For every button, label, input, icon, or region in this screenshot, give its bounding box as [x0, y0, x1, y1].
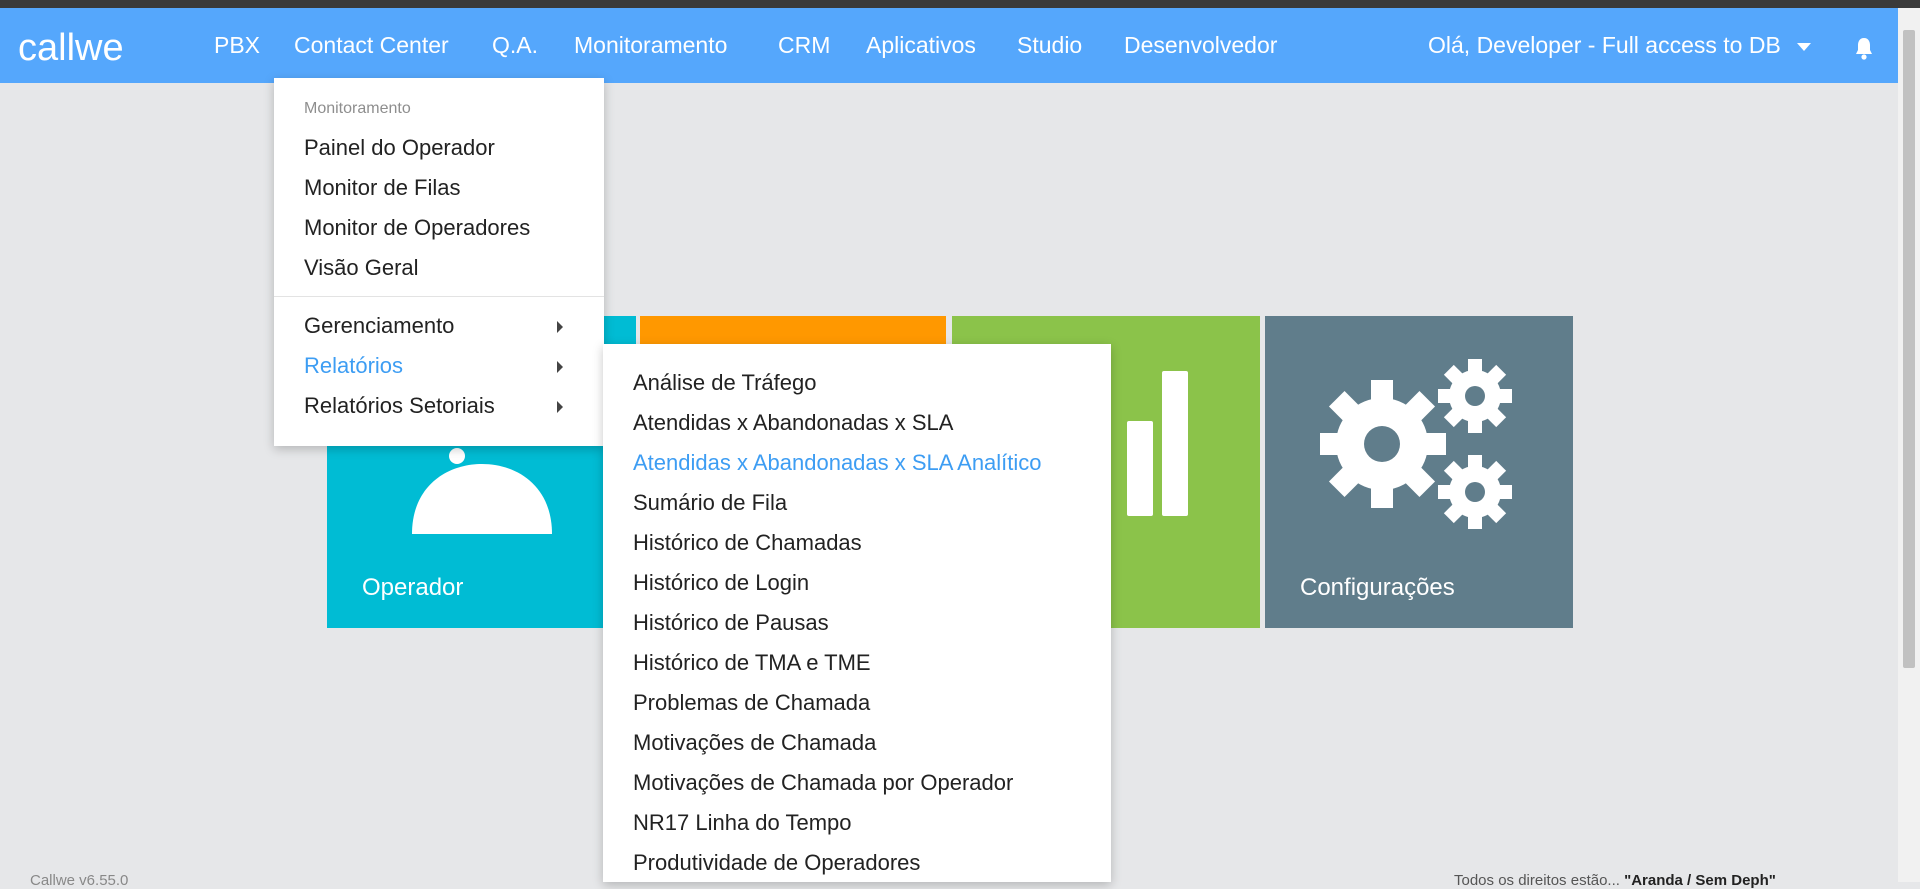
nav-contact-center[interactable]: Contact Center — [294, 32, 449, 59]
dropdown-item-painel-do-operador[interactable]: Painel do Operador — [304, 135, 495, 161]
dropdown-item-gerenciamento[interactable]: Gerenciamento — [304, 313, 454, 339]
chevron-right-icon — [557, 401, 563, 413]
submenu-item-nr17-linha-do-tempo[interactable]: NR17 Linha do Tempo — [633, 810, 852, 836]
chevron-right-icon — [557, 321, 563, 333]
dropdown-item-relatorios-setoriais[interactable]: Relatórios Setoriais — [304, 393, 495, 419]
tile-operador-label: Operador — [362, 574, 464, 601]
dropdown-item-monitor-de-operadores[interactable]: Monitor de Operadores — [304, 215, 530, 241]
nav-studio[interactable]: Studio — [1017, 32, 1082, 59]
scrollbar-thumb[interactable] — [1903, 30, 1915, 668]
submenu-item-analise-de-trafego[interactable]: Análise de Tráfego — [633, 370, 816, 396]
submenu-item-historico-tma-tme[interactable]: Histórico de TMA e TME — [633, 650, 871, 676]
callwe-logo[interactable]: callwe — [18, 24, 140, 69]
submenu-item-motivacoes-por-operador[interactable]: Motivações de Chamada por Operador — [633, 770, 1013, 796]
svg-text:callwe: callwe — [18, 27, 124, 68]
nav-monitoramento[interactable]: Monitoramento — [574, 32, 727, 59]
chevron-right-icon — [557, 361, 563, 373]
dropdown-divider — [274, 296, 604, 297]
submenu-item-sumario-de-fila[interactable]: Sumário de Fila — [633, 490, 787, 516]
footer-copyright-prefix: Todos os direitos estão... — [1454, 872, 1625, 889]
bell-icon[interactable] — [1853, 36, 1875, 60]
nav-aplicativos[interactable]: Aplicativos — [866, 32, 976, 59]
submenu-item-produtividade-de-operadores[interactable]: Produtividade de Operadores — [633, 850, 920, 876]
footer-copyright-bold: "Aranda / Sem Deph" — [1624, 872, 1776, 889]
user-menu[interactable]: Olá, Developer - Full access to DB — [1428, 32, 1781, 59]
submenu-item-atendidas-abandonadas-sla[interactable]: Atendidas x Abandonadas x SLA — [633, 410, 953, 436]
logo-wordmark: callwe — [18, 27, 124, 69]
submenu-item-historico-de-login[interactable]: Histórico de Login — [633, 570, 809, 596]
nav-desenvolvedor[interactable]: Desenvolvedor — [1124, 32, 1277, 59]
dropdown-header: Monitoramento — [304, 100, 411, 117]
submenu-item-problemas-de-chamada[interactable]: Problemas de Chamada — [633, 690, 870, 716]
monitoramento-dropdown: Monitoramento Painel do Operador Monitor… — [274, 78, 604, 446]
submenu-item-historico-de-pausas[interactable]: Histórico de Pausas — [633, 610, 829, 636]
submenu-item-atendidas-abandonadas-sla-analitico[interactable]: Atendidas x Abandonadas x SLA Analítico — [633, 450, 1042, 476]
dropdown-item-visao-geral[interactable]: Visão Geral — [304, 255, 419, 281]
submenu-item-historico-de-chamadas[interactable]: Histórico de Chamadas — [633, 530, 862, 556]
submenu-item-motivacoes-de-chamada[interactable]: Motivações de Chamada — [633, 730, 876, 756]
dropdown-item-relatorios[interactable]: Relatórios — [304, 353, 403, 379]
chevron-down-icon[interactable] — [1797, 43, 1811, 51]
relatorios-submenu: Análise de Tráfego Atendidas x Abandonad… — [603, 344, 1111, 882]
footer-copyright: Todos os direitos estão... "Aranda / Sem… — [1454, 872, 1776, 889]
dropdown-item-monitor-de-filas[interactable]: Monitor de Filas — [304, 175, 461, 201]
nav-crm[interactable]: CRM — [778, 32, 830, 59]
window-top-strip — [0, 0, 1920, 8]
tile-configuracoes[interactable]: Configurações — [1265, 316, 1573, 628]
nav-pbx[interactable]: PBX — [214, 32, 260, 59]
top-navbar: callwe PBX Contact Center Q.A. Monitoram… — [0, 8, 1898, 83]
gears-icon — [1320, 359, 1512, 529]
tile-configuracoes-label: Configurações — [1300, 574, 1455, 601]
nav-qa[interactable]: Q.A. — [492, 32, 538, 59]
footer-version: Callwe v6.55.0 — [30, 872, 129, 889]
